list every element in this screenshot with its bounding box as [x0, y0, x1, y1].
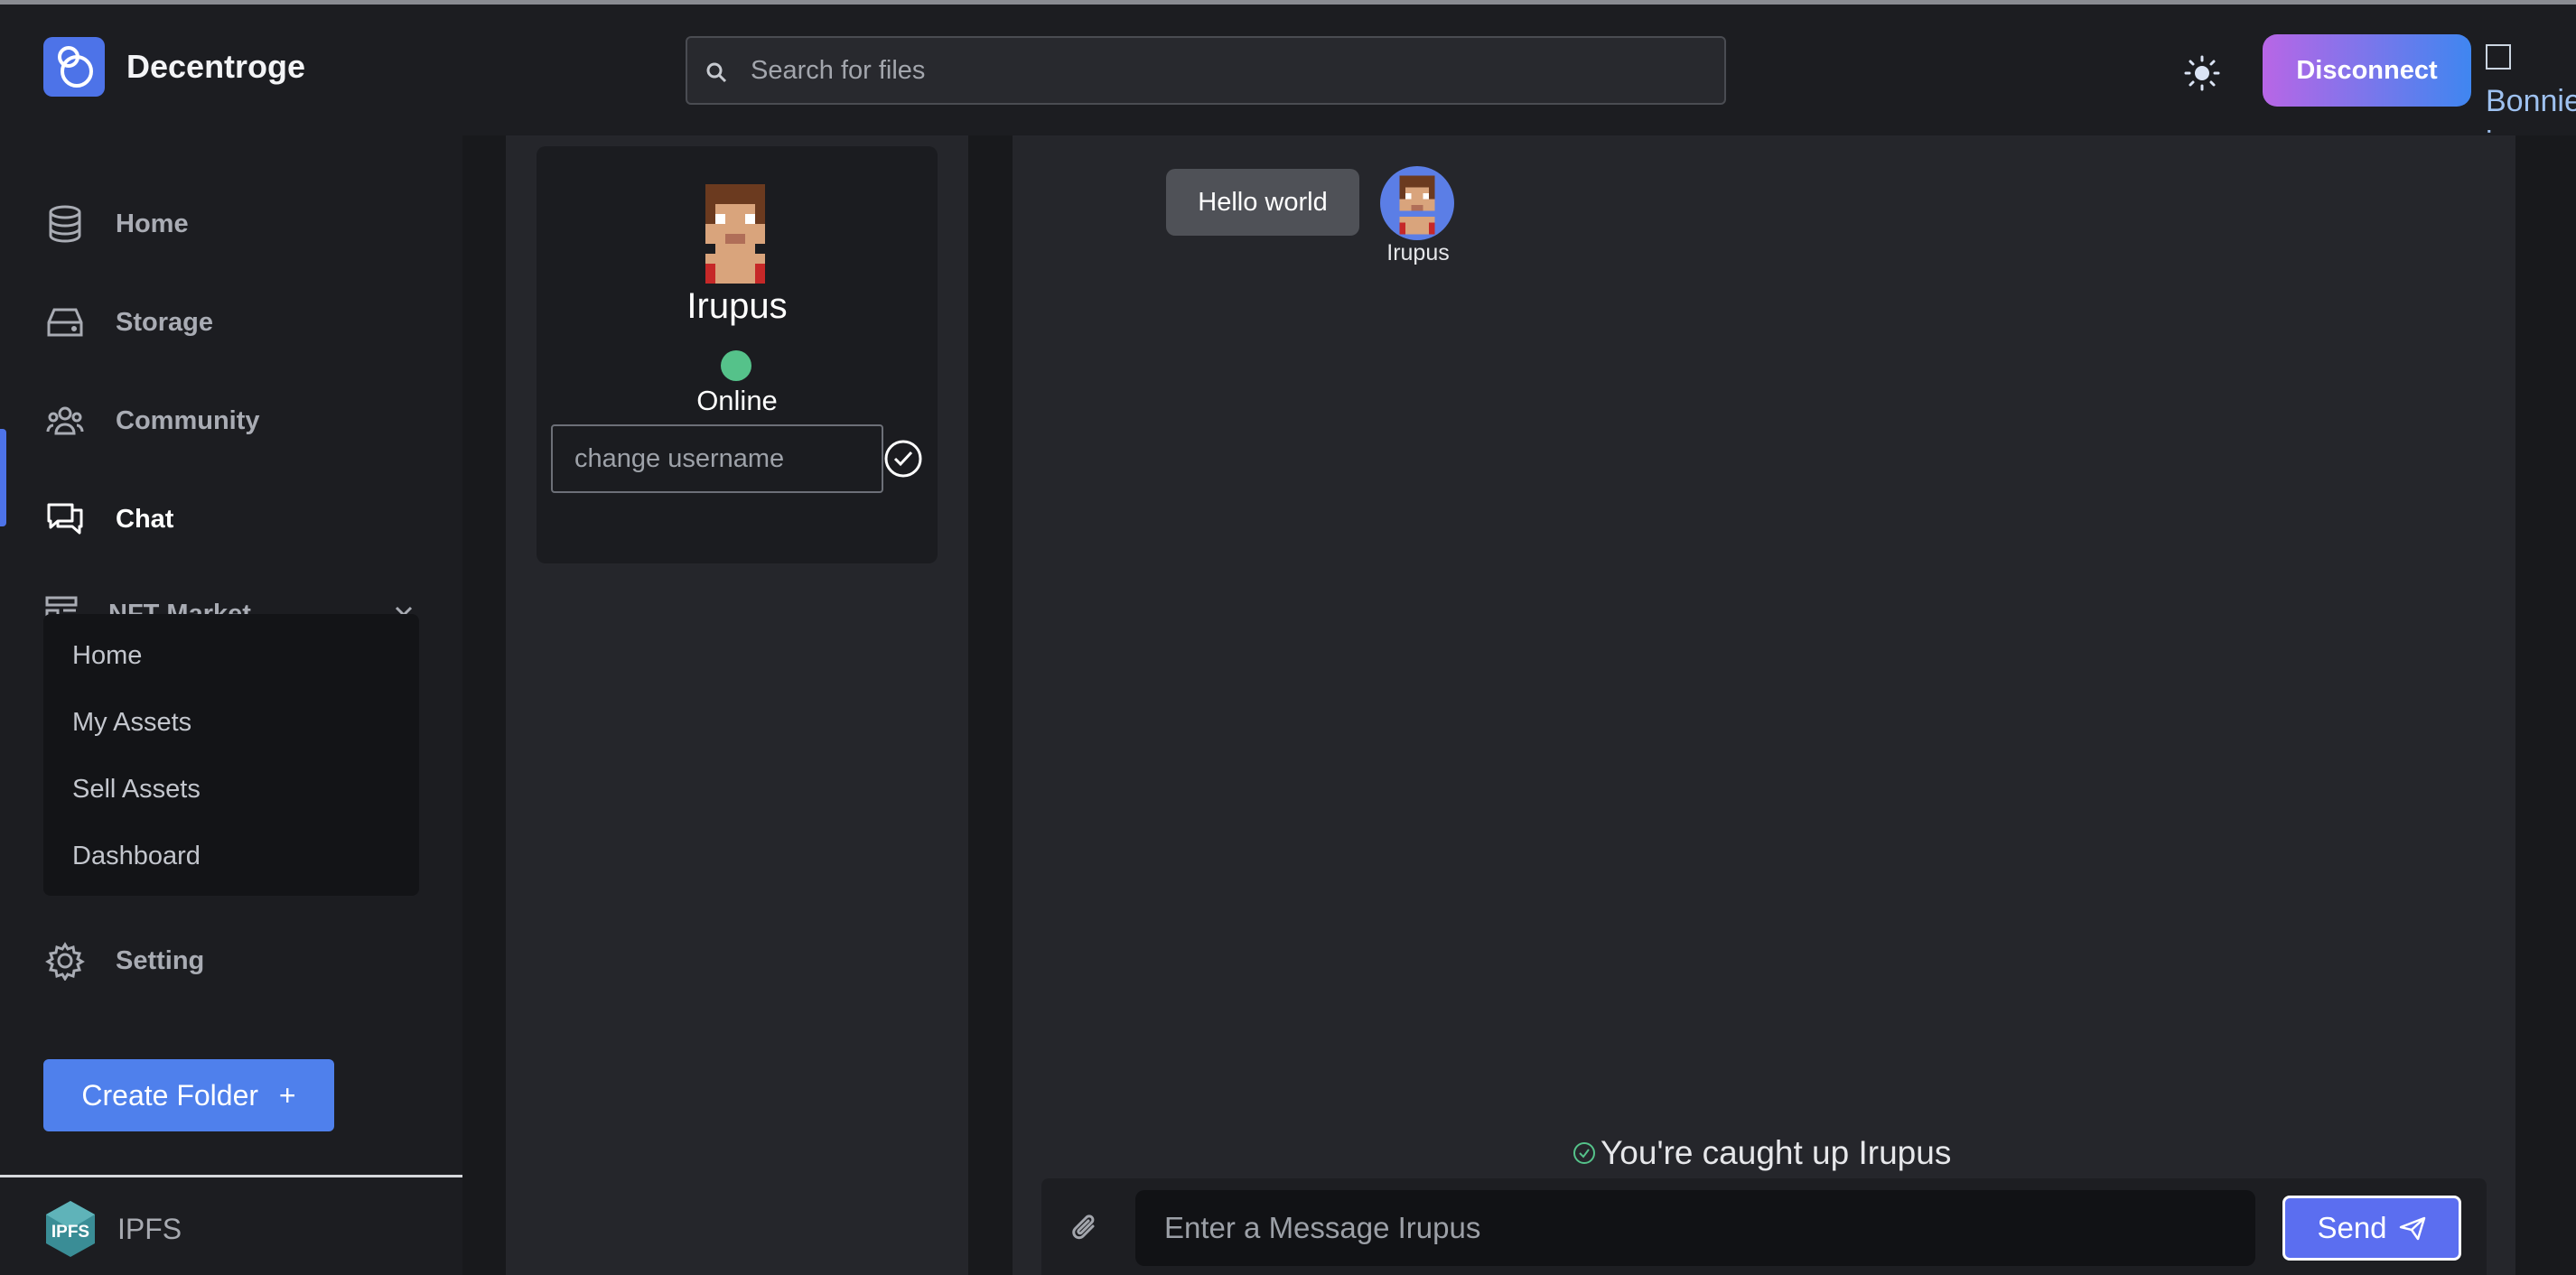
ipfs-logo-icon: IPFS: [46, 1201, 95, 1257]
sidebar-item-label: Home: [116, 209, 189, 238]
sidebar-item-storage[interactable]: Storage: [0, 277, 462, 368]
check-circle-icon: [1573, 1142, 1595, 1164]
caught-up-notice: You're caught up Irupus: [1572, 1134, 1951, 1172]
sidebar-item-community[interactable]: Community: [0, 376, 462, 466]
gear-icon: [45, 942, 85, 981]
chat-area: [1013, 135, 2515, 1275]
sidebar-item-home[interactable]: Home: [0, 179, 462, 269]
submenu-item-dashboard[interactable]: Dashboard: [72, 842, 201, 871]
send-icon: [2399, 1216, 2425, 1241]
header: Decentroge Disconnect Bonnie image: [0, 5, 2576, 147]
submenu-item-my-assets[interactable]: My Assets: [72, 708, 191, 738]
brand[interactable]: Decentroge: [43, 35, 305, 98]
profile-status: Online: [696, 385, 778, 416]
sidebar-item-label: Setting: [116, 945, 205, 975]
paperclip-icon[interactable]: [1069, 1210, 1100, 1246]
divider: [0, 1175, 462, 1177]
user-avatar[interactable]: Bonnie image: [2486, 39, 2576, 147]
ipfs-logo-text: IPFS: [51, 1223, 89, 1242]
search-bar[interactable]: [686, 36, 1726, 105]
search-input[interactable]: [749, 54, 1701, 87]
online-status-dot: [721, 350, 751, 381]
message-avatar[interactable]: [1380, 166, 1454, 240]
search-icon: [706, 62, 727, 83]
plus-icon: +: [278, 1078, 296, 1112]
message-input[interactable]: [1135, 1190, 2255, 1266]
chat-bubbles-icon: [47, 503, 83, 535]
profile-name: Irupus: [686, 286, 788, 326]
pixel-avatar-icon: [1399, 175, 1435, 235]
caught-up-text: You're caught up Irupus: [1601, 1134, 1952, 1171]
app-logo-icon: [43, 37, 105, 97]
right-gutter: [2515, 135, 2576, 1275]
ipfs-link[interactable]: IPFS IPFS: [43, 1197, 182, 1261]
sidebar-item-label: Community: [116, 405, 260, 435]
sun-icon[interactable]: [2180, 51, 2224, 95]
sidebar: Home Storage Community Chat Home My Asse…: [0, 135, 462, 1275]
create-folder-label: Create Folder: [81, 1078, 259, 1112]
disconnect-button[interactable]: Disconnect: [2263, 34, 2471, 107]
broken-image-icon: [2486, 44, 2511, 70]
database-icon: [49, 205, 81, 243]
submenu-item-sell-assets[interactable]: Sell Assets: [72, 775, 201, 805]
sidebar-item-chat[interactable]: Chat: [0, 474, 462, 564]
message-text: Hello world: [1198, 187, 1328, 217]
message-bubble: Hello world: [1166, 169, 1359, 236]
sidebar-item-label: Storage: [116, 307, 213, 337]
message-author: Irupus: [1386, 240, 1450, 265]
create-folder-button[interactable]: Create Folder +: [43, 1059, 334, 1131]
profile-card: Irupus Online: [537, 146, 938, 563]
nft-submenu: Home My Assets Sell Assets Dashboard: [43, 614, 419, 896]
pixel-avatar-icon: [705, 184, 765, 284]
submenu-item-home[interactable]: Home: [72, 641, 142, 671]
sidebar-item-setting[interactable]: Setting: [0, 916, 462, 1006]
send-button[interactable]: Send: [2282, 1196, 2461, 1261]
app-name: Decentroge: [126, 48, 306, 85]
change-username-input[interactable]: [551, 424, 883, 493]
ipfs-label: IPFS: [117, 1212, 182, 1245]
sidebar-item-label: Chat: [116, 504, 174, 534]
check-circle-icon[interactable]: [883, 439, 923, 479]
hard-drive-icon: [47, 308, 83, 337]
send-label: Send: [2317, 1211, 2387, 1244]
users-icon: [46, 406, 84, 435]
